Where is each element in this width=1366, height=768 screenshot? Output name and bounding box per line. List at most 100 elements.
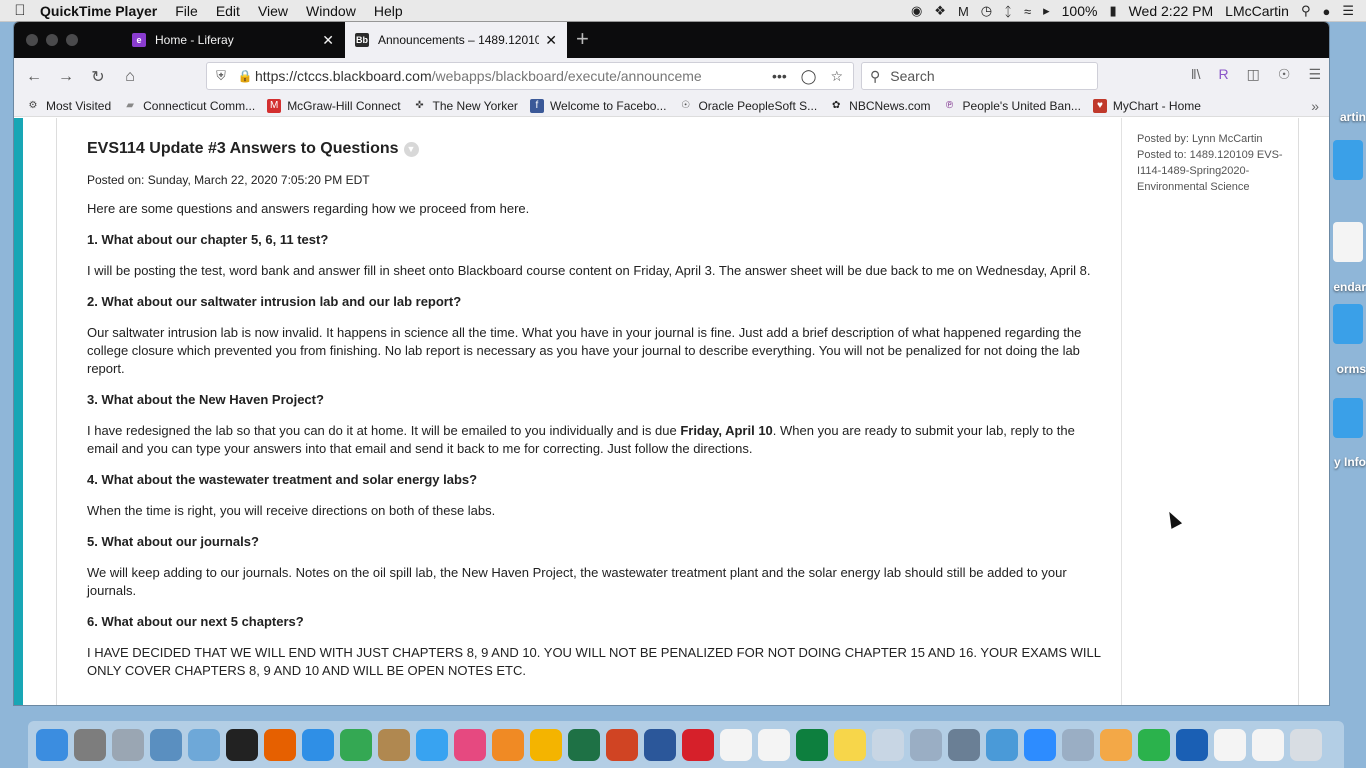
contacts-icon[interactable] [378,728,410,761]
bookmark-new-yorker[interactable]: ✜ The New Yorker [413,99,518,113]
siri-icon[interactable]: ● [1322,4,1330,19]
desktop-label[interactable]: orms [1337,362,1366,376]
time-machine-icon[interactable]: ◷ [981,3,992,19]
url-text[interactable]: https://ctccs.blackboard.com/webapps/bla… [255,68,762,84]
sidebar-icon[interactable]: ◫ [1247,66,1260,83]
app-name-menu[interactable]: QuickTime Player [40,3,157,19]
desktop-folder-icon[interactable] [1333,398,1363,438]
apple-icon[interactable]:  [0,2,40,19]
printer-icon[interactable] [986,728,1018,761]
notes-icon[interactable] [834,728,866,761]
wifi-icon[interactable]: ≈ [1024,4,1031,19]
volume-icon[interactable]: ▸ [1043,3,1050,19]
desktop-folder-icon[interactable] [1333,304,1363,344]
new-tab-icon[interactable]: + [576,28,589,50]
tracking-shield-icon[interactable]: ⛨ [207,68,235,84]
battery-percent[interactable]: 100% [1062,3,1098,19]
photos-icon[interactable] [530,728,562,761]
menu-file[interactable]: File [175,3,198,19]
safari-icon[interactable] [302,728,334,761]
powerpoint-icon[interactable] [606,728,638,761]
clock[interactable]: Wed 2:22 PM [1129,3,1214,19]
zoom-icon[interactable] [1024,728,1056,761]
tab-bar: e Home - Liferay ✕ Bb Announcements – 14… [14,22,1329,58]
finder-icon[interactable] [36,728,68,761]
mail-icon[interactable] [188,728,220,761]
close-tab-icon[interactable]: ✕ [322,32,334,49]
close-window-button[interactable] [26,34,38,46]
bookmark-peoples-united[interactable]: ℗ People's United Ban... [943,99,1081,113]
help-icon[interactable] [1062,728,1094,761]
desktop-folder-icon[interactable] [1333,140,1363,180]
chevron-down-icon[interactable]: ▼ [403,141,419,157]
chrome-icon[interactable] [340,728,372,761]
tab-home-liferay[interactable]: e Home - Liferay ✕ [122,22,344,58]
reminders-icon[interactable] [758,728,790,761]
finder-window-icon[interactable] [872,728,904,761]
bookmark-mcgraw-hill[interactable]: M McGraw-Hill Connect [267,98,401,113]
help-icon[interactable] [910,728,942,761]
user-name[interactable]: LMcCartin [1225,3,1289,19]
bookmark-nbc[interactable]: ✿ NBCNews.com [829,99,931,113]
excel-icon[interactable] [568,728,600,761]
document-icon[interactable] [1252,728,1284,761]
menu-view[interactable]: View [258,3,288,19]
photo-booth-icon[interactable] [226,728,258,761]
launchpad-icon[interactable] [112,728,144,761]
messages-icon[interactable] [416,728,448,761]
fullscreen-window-button[interactable] [66,34,78,46]
spotlight-icon[interactable]: ⚲ [1301,3,1311,19]
bookmark-facebook[interactable]: f Welcome to Facebo... [529,98,666,113]
page-actions-icon[interactable]: ••• [772,68,787,85]
bookmark-oracle[interactable]: ☉ Oracle PeopleSoft S... [678,99,817,113]
record-icon[interactable]: ◉ [911,3,922,19]
amazon-icon[interactable] [1100,728,1132,761]
desktop-file-icon[interactable] [1333,222,1363,262]
system-preferences-icon[interactable] [74,728,106,761]
preview-icon[interactable] [150,728,182,761]
desktop-label[interactable]: y Info [1334,455,1366,469]
bluetooth-icon[interactable]: ᛨ [1004,4,1012,19]
tab-announcements[interactable]: Bb Announcements – 1489.120109 ✕ [345,22,567,58]
firefox-icon[interactable] [264,728,296,761]
url-bar[interactable]: ⛨ 🔒 https://ctccs.blackboard.com/webapps… [206,62,854,90]
menu-window[interactable]: Window [306,3,356,19]
quicktime-icon[interactable] [796,728,828,761]
bookmark-star-icon[interactable]: ☆ [830,68,843,85]
acrobat-icon[interactable] [682,728,714,761]
bookmarks-overflow-icon[interactable]: » [1311,98,1319,114]
word-icon[interactable] [644,728,676,761]
battery-icon[interactable]: ▮ [1109,3,1116,19]
itunes-icon[interactable] [454,728,486,761]
desktop-label[interactable]: artin [1340,110,1366,124]
menu-help[interactable]: Help [374,3,403,19]
facetime-icon[interactable] [1138,728,1170,761]
notification-center-icon[interactable]: ☰ [1342,3,1354,19]
account-icon[interactable]: ☉ [1278,66,1291,83]
malwarebytes-icon[interactable]: M [958,4,969,19]
bookmark-mychart[interactable]: ♥ MyChart - Home [1092,98,1201,113]
books-icon[interactable] [492,728,524,761]
extension-icon[interactable]: R [1219,66,1229,83]
lock-icon[interactable]: 🔒 [235,69,255,83]
forward-icon[interactable]: → [50,68,82,86]
trash-icon[interactable] [1290,728,1322,761]
home-icon[interactable]: ⌂ [114,68,146,86]
image-capture-icon[interactable] [948,728,980,761]
search-input[interactable]: ⚲ Search [861,62,1098,90]
quicktime-player-icon[interactable] [1176,728,1208,761]
dropbox-icon[interactable]: ❖ [934,3,946,19]
desktop-label[interactable]: endar [1333,280,1366,294]
bookmark-connecticut[interactable]: ▰ Connecticut Comm... [123,99,255,113]
library-icon[interactable]: ‖\ [1191,66,1201,83]
minimize-window-button[interactable] [46,34,58,46]
close-tab-icon[interactable]: ✕ [545,32,557,49]
back-icon[interactable]: ← [18,68,50,86]
calendar-icon[interactable] [720,728,752,761]
pocket-icon[interactable]: ◯ [801,68,817,85]
hamburger-menu-icon[interactable]: ☰ [1308,66,1321,83]
bookmark-most-visited[interactable]: ⚙ Most Visited [26,99,112,113]
reload-icon[interactable]: ↻ [82,67,114,87]
document-icon[interactable] [1214,728,1246,761]
menu-edit[interactable]: Edit [216,3,240,19]
